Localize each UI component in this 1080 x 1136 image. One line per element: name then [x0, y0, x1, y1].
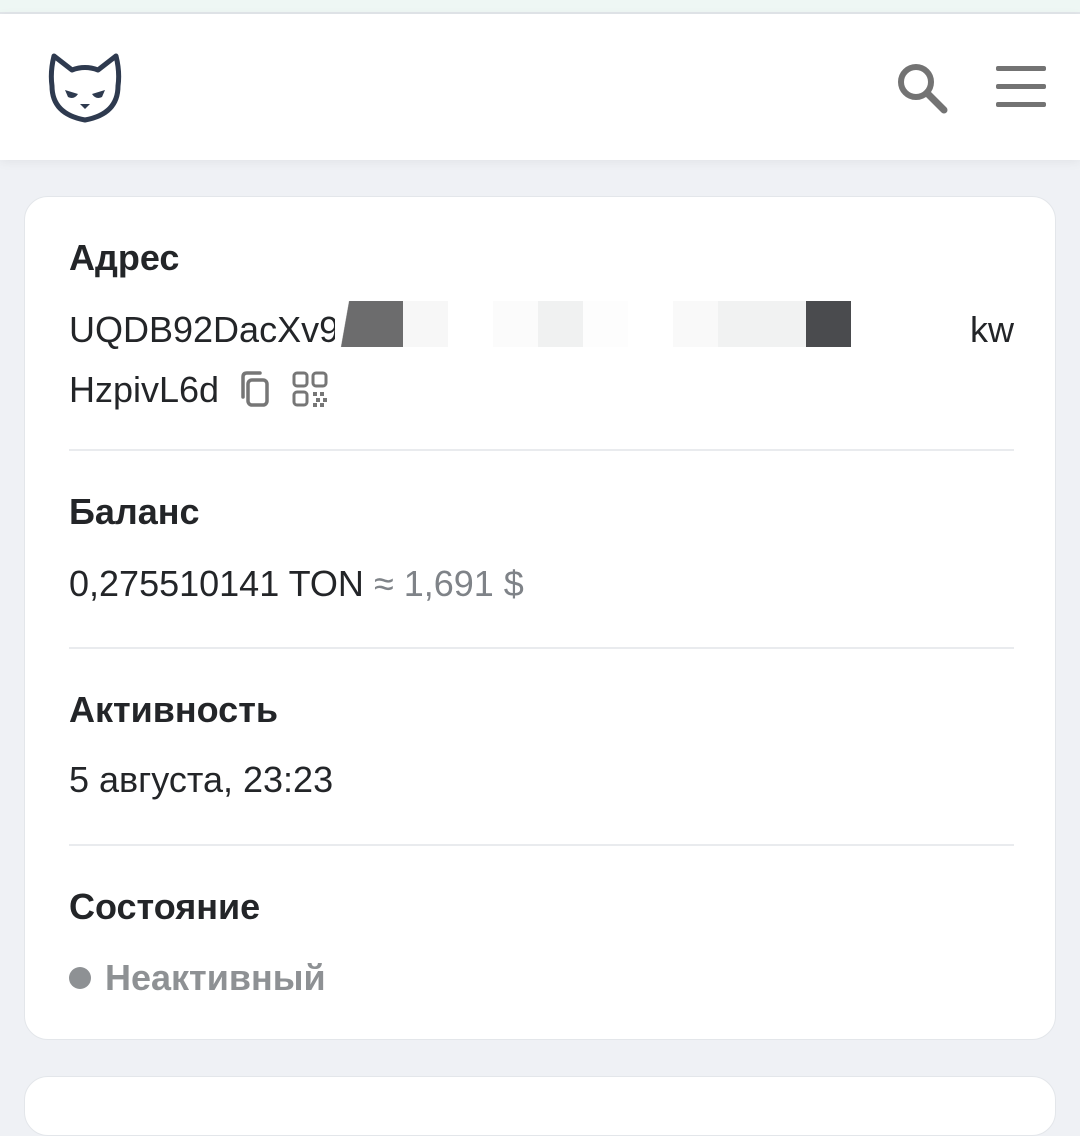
redaction-mask — [335, 301, 403, 347]
account-info-card: Адрес UQDB92DacXv9 kw HzpivL6d Баланс 0,… — [24, 196, 1056, 1040]
header — [0, 14, 1080, 160]
divider — [69, 647, 1014, 649]
status-dot-icon — [69, 967, 91, 989]
redaction-mask — [806, 301, 851, 347]
activity-value: 5 августа, 23:23 — [69, 759, 334, 800]
search-icon — [898, 64, 948, 114]
divider — [69, 844, 1014, 846]
menu-button[interactable] — [990, 58, 1052, 114]
cat-logo-icon[interactable] — [48, 52, 122, 124]
balance-label: Баланс — [69, 491, 200, 532]
state-status: Неактивный — [69, 957, 326, 999]
address-tail[interactable]: HzpivL6d — [69, 369, 219, 411]
balance-usd: ≈ 1,691 $ — [373, 563, 524, 604]
redaction-mask — [673, 301, 718, 347]
balance-value: 0,275510141 TON ≈ 1,691 $ — [69, 563, 524, 605]
divider — [69, 449, 1014, 451]
search-button[interactable] — [892, 58, 952, 118]
redaction-mask — [851, 301, 941, 347]
activity-label: Активность — [69, 689, 278, 730]
redaction-mask — [493, 301, 538, 347]
balance-ton: 0,275510141 TON — [69, 563, 364, 604]
address-label: Адрес — [69, 237, 180, 278]
address-end[interactable]: kw — [970, 309, 1014, 351]
next-card — [24, 1076, 1056, 1136]
redaction-mask — [718, 301, 806, 347]
state-value: Неактивный — [105, 957, 326, 998]
top-strip — [0, 0, 1080, 14]
copy-icon[interactable] — [235, 370, 275, 410]
hamburger-menu-icon — [996, 66, 1046, 107]
state-label: Состояние — [69, 886, 261, 927]
address-start[interactable]: UQDB92DacXv9 — [69, 309, 339, 351]
redaction-mask — [538, 301, 583, 347]
redaction-mask — [583, 301, 628, 347]
qr-code-icon[interactable] — [291, 370, 331, 410]
redaction-mask — [448, 301, 493, 347]
redaction-mask — [403, 301, 448, 347]
redaction-mask — [628, 301, 673, 347]
address-value-line2: HzpivL6d — [69, 367, 331, 413]
